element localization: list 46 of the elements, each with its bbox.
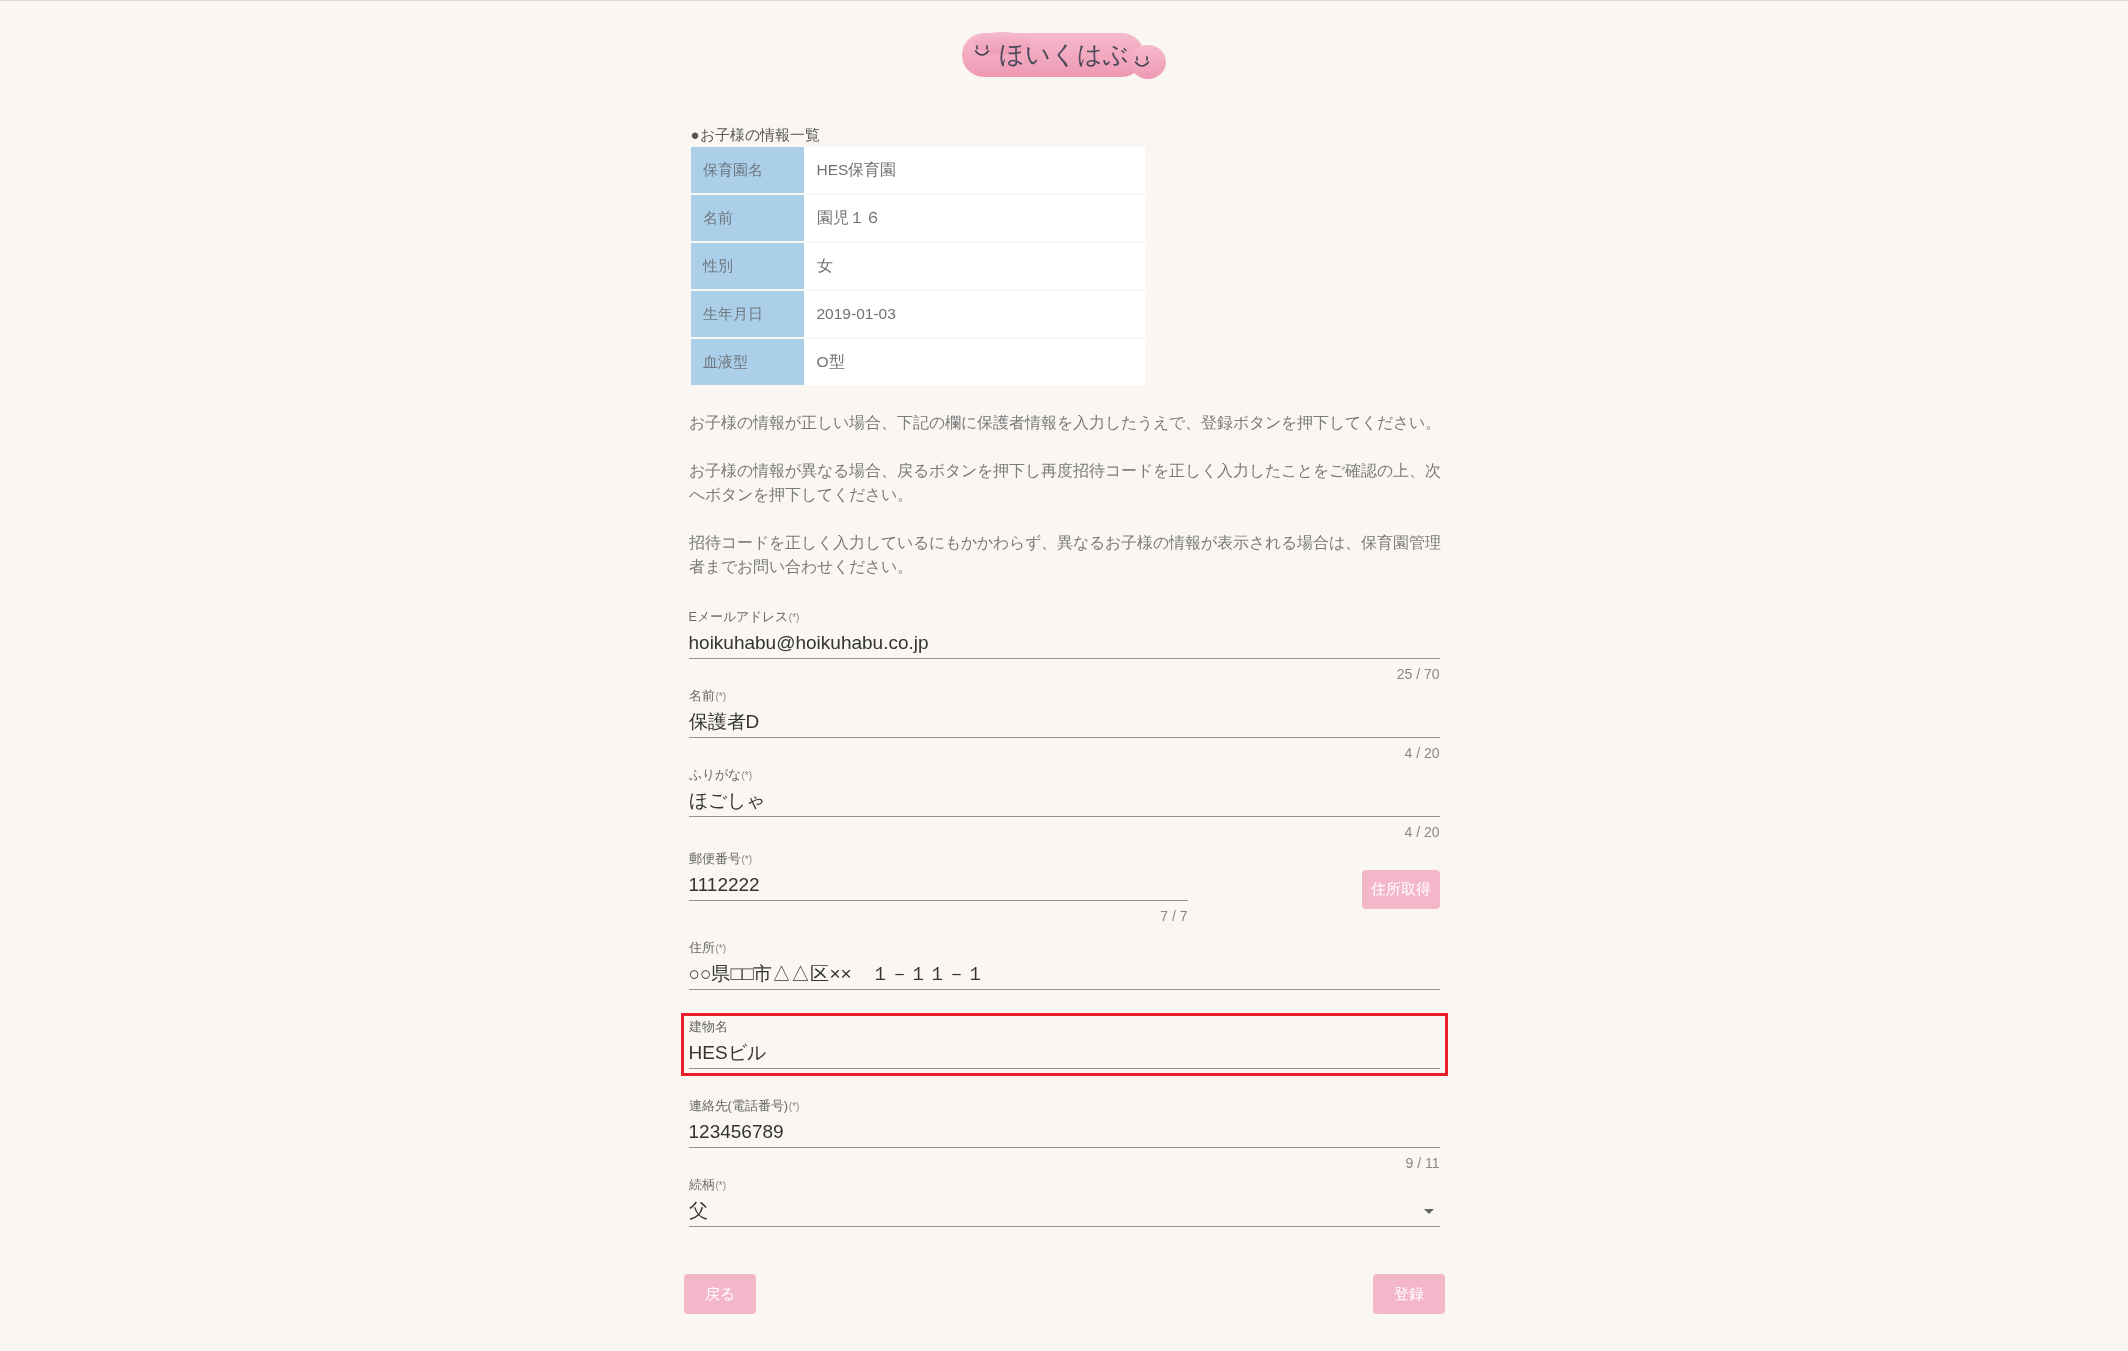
- required-mark: (*): [741, 769, 753, 783]
- required-mark: (*): [715, 942, 727, 956]
- char-counter: 7 / 7: [1159, 908, 1189, 924]
- text-input[interactable]: HESビル: [688, 1038, 1440, 1069]
- text-input[interactable]: 123456789: [688, 1117, 1440, 1148]
- char-counter: 4 / 20: [1403, 745, 1441, 761]
- char-counter: 25 / 70: [1395, 666, 1441, 682]
- required-mark: (*): [788, 611, 800, 625]
- notice-text: 招待コードを正しく入力しているにもかかわらず、異なるお子様の情報が表示される場合は、保育園管理者までお問い合わせください。: [688, 533, 1442, 577]
- logo-text: ほいくはぶ: [999, 39, 1129, 70]
- header-cell: 生年月日: [690, 291, 804, 337]
- table-cell: O型: [803, 339, 1145, 385]
- header-cell: 性別: [690, 243, 804, 289]
- header-cell: 名前: [690, 195, 804, 241]
- notice-text: お子様の情報が異なる場合、戻るボタンを押下し再度招待コードを正しく入力したことをご確認の上、次へボタンを押下してください。: [688, 461, 1442, 505]
- field-label: 続柄: [688, 1177, 715, 1193]
- field-label: 名前: [688, 688, 715, 704]
- field-label: 郵便番号: [688, 851, 741, 867]
- text-input[interactable]: hoikuhabu@hoikuhabu.co.jp: [688, 628, 1440, 659]
- smiley-icon: [1134, 56, 1150, 69]
- char-counter: 9 / 11: [1404, 1155, 1441, 1171]
- section-title: ●お子様の情報一覧: [690, 125, 820, 145]
- select-field[interactable]: 父: [688, 1196, 1440, 1227]
- table-cell: 2019-01-03: [803, 291, 1145, 337]
- required-mark: (*): [715, 1179, 727, 1193]
- field-label: Eメールアドレス: [688, 609, 788, 625]
- table-cell: 女: [803, 243, 1145, 289]
- header-cell: 保育園名: [690, 147, 804, 193]
- required-mark: (*): [715, 690, 727, 704]
- table-cell: HES保育園: [803, 147, 1145, 193]
- smiley-icon: [974, 45, 990, 58]
- char-counter: 4 / 20: [1403, 824, 1441, 840]
- text-input[interactable]: ほごしゃ: [688, 786, 1440, 817]
- required-mark: (*): [788, 1100, 800, 1114]
- text-input[interactable]: 保護者D: [688, 707, 1440, 738]
- field-label: 建物名: [688, 1019, 728, 1035]
- caret-icon: [1423, 1208, 1434, 1214]
- field-label: ふりがな: [688, 767, 741, 783]
- header-cell: 血液型: [690, 339, 804, 385]
- notice-text: お子様の情報が正しい場合、下記の欄に保護者情報を入力したうえで、登録ボタンを押下してください。: [688, 413, 1442, 433]
- field-label: 連絡先(電話番号): [688, 1098, 788, 1114]
- text-input[interactable]: ○○県□□市△△区×× １－１１－１: [688, 959, 1440, 990]
- field-label: 住所: [688, 940, 715, 956]
- text-input[interactable]: 1112222: [688, 870, 1188, 901]
- table-cell: 園児１６: [803, 195, 1145, 241]
- required-mark: (*): [741, 853, 753, 867]
